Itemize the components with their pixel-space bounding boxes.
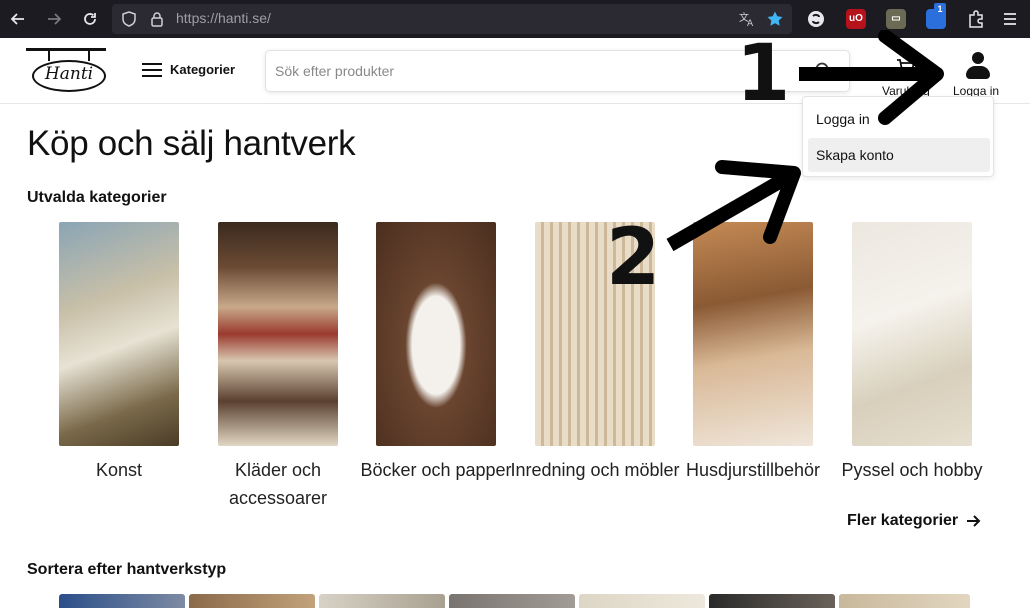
craft-type-title: Sortera efter hantverkstyp xyxy=(27,561,227,578)
categories-menu-label: Kategorier xyxy=(170,62,236,77)
dropdown-create-account[interactable]: Skapa konto xyxy=(808,138,990,172)
svg-text:A: A xyxy=(747,19,754,28)
category-card-books[interactable]: Böcker och papper xyxy=(360,222,512,480)
translate-icon[interactable]: 文A xyxy=(738,10,756,29)
arrow-right-icon xyxy=(967,515,981,527)
login-button[interactable]: Logga in xyxy=(950,50,1006,98)
category-label: Konst xyxy=(95,460,143,480)
featured-categories-title: Utvalda kategorier xyxy=(27,189,167,206)
extension-badge-count: 1 xyxy=(934,3,946,15)
hamburger-menu-icon[interactable] xyxy=(1000,9,1020,29)
category-card-art[interactable]: Konst xyxy=(59,222,179,480)
category-image xyxy=(852,222,972,446)
shield-icon[interactable] xyxy=(120,10,138,28)
extension-image-icon[interactable]: ▭ xyxy=(886,9,906,29)
bookmark-star-icon[interactable] xyxy=(766,10,784,28)
craft-type-card[interactable] xyxy=(319,594,445,608)
category-image xyxy=(218,222,338,446)
logo-post-left xyxy=(48,51,50,61)
craft-type-card[interactable] xyxy=(709,594,835,608)
more-categories-link[interactable]: Fler kategorier xyxy=(847,512,982,530)
annotation-number-two: 2 xyxy=(606,213,661,303)
ublock-icon[interactable]: uO xyxy=(846,9,866,29)
category-label: Kläder och accessoarer xyxy=(228,460,328,508)
craft-type-card[interactable] xyxy=(839,594,970,608)
logo-bar xyxy=(26,48,106,51)
back-arrow-icon[interactable] xyxy=(8,9,28,29)
address-bar[interactable]: https://hanti.se/ 文A xyxy=(112,4,792,34)
annotation-arrow-two-icon xyxy=(666,160,801,252)
annotation-arrow-one-icon xyxy=(799,30,944,125)
category-label: Husdjurstillbehör xyxy=(685,460,821,480)
category-card-crafts[interactable]: Pyssel och hobby xyxy=(841,222,983,480)
forward-arrow-icon[interactable] xyxy=(44,9,64,29)
logo-text: Hanti xyxy=(44,64,94,84)
hanti-logo[interactable]: Hanti xyxy=(26,48,108,94)
category-label: Pyssel och hobby xyxy=(841,460,983,480)
lock-icon[interactable] xyxy=(148,10,166,28)
craft-type-card[interactable] xyxy=(579,594,705,608)
extensions-puzzle-icon[interactable] xyxy=(966,9,986,29)
category-image xyxy=(59,222,179,446)
url-text: https://hanti.se/ xyxy=(176,10,271,26)
extension-badge-icon[interactable]: 1 xyxy=(926,3,946,29)
craft-type-card[interactable] xyxy=(449,594,575,608)
craft-type-card[interactable] xyxy=(59,594,185,608)
category-label: Inredning och möbler xyxy=(510,460,680,480)
craft-type-card[interactable] xyxy=(189,594,315,608)
category-label: Böcker och papper xyxy=(360,460,512,480)
category-card-clothes[interactable]: Kläder och accessoarer xyxy=(218,222,338,508)
logo-post-right xyxy=(88,51,90,61)
page-title: Köp och sälj hantverk xyxy=(27,124,356,163)
reload-icon[interactable] xyxy=(80,9,100,29)
sync-account-icon[interactable] xyxy=(806,9,826,29)
user-avatar-icon xyxy=(963,50,993,80)
annotation-number-one: 1 xyxy=(736,29,791,119)
categories-menu-button[interactable]: Kategorier xyxy=(142,62,235,77)
category-image xyxy=(376,222,496,446)
search-placeholder: Sök efter produkter xyxy=(275,63,395,79)
more-categories-label: Fler kategorier xyxy=(847,512,959,529)
hamburger-icon xyxy=(142,62,162,77)
